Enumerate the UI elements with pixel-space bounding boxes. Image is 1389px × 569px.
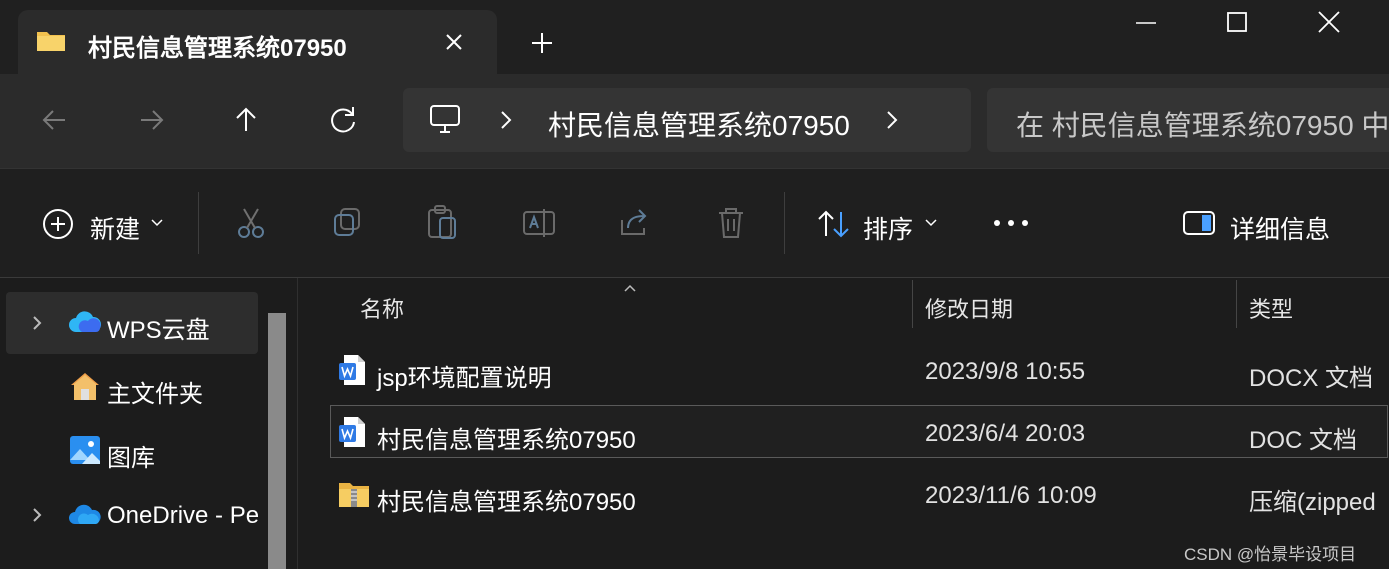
sort-up-icon	[622, 280, 638, 292]
cloud-icon	[68, 308, 102, 336]
onedrive-icon	[68, 502, 102, 528]
file-modified: 2023/6/4 20:03	[925, 420, 1086, 447]
maximize-icon[interactable]	[1219, 10, 1255, 36]
file-type: DOC 文档	[1249, 427, 1357, 454]
file-modified: 2023/11/6 10:09	[925, 482, 1097, 509]
file-type: DOCX 文档	[1249, 365, 1374, 392]
sort-icon[interactable]	[816, 208, 852, 240]
cut-icon[interactable]	[235, 206, 267, 240]
gallery-icon	[68, 434, 102, 466]
file-name[interactable]: 村民信息管理系统07950	[377, 482, 636, 517]
file-type: 压缩(zipped	[1249, 489, 1376, 516]
file-name[interactable]: 村民信息管理系统07950	[377, 420, 636, 455]
command-bar	[0, 168, 1389, 278]
word-doc-icon	[338, 354, 366, 386]
up-arrow-icon[interactable]	[226, 100, 266, 140]
folder-icon	[36, 28, 66, 52]
word-doc-icon	[338, 416, 366, 448]
chevron-right-icon[interactable]	[28, 506, 46, 524]
file-modified: 2023/9/8 10:55	[925, 358, 1086, 385]
sidebar-item-label: 图库	[107, 445, 155, 472]
plus-circle-icon[interactable]	[42, 208, 74, 240]
sidebar-item-label: WPS云盘	[107, 317, 210, 344]
new-tab-plus-icon[interactable]	[527, 28, 557, 58]
chevron-down-icon[interactable]	[150, 216, 164, 230]
search-placeholder[interactable]: 在 村民信息管理系统07950 中	[1016, 104, 1389, 144]
close-tab-icon[interactable]	[440, 28, 468, 56]
forward-arrow-icon[interactable]	[131, 100, 171, 140]
paste-icon[interactable]	[426, 204, 458, 240]
breadcrumb-current[interactable]: 村民信息管理系统07950	[548, 104, 850, 144]
refresh-icon[interactable]	[323, 100, 363, 140]
column-header-type[interactable]: 类型	[1249, 292, 1293, 324]
chevron-right-icon[interactable]	[882, 108, 902, 132]
rename-icon[interactable]	[522, 206, 558, 240]
sort-button[interactable]: 排序	[863, 210, 913, 246]
copy-icon[interactable]	[331, 206, 363, 238]
toolbar-separator	[784, 192, 785, 254]
minimize-icon[interactable]	[1128, 10, 1164, 36]
toolbar-separator	[198, 192, 199, 254]
chevron-right-icon[interactable]	[496, 108, 516, 132]
more-icon[interactable]	[992, 216, 1030, 230]
share-icon[interactable]	[618, 206, 652, 238]
delete-icon[interactable]	[716, 206, 746, 240]
chevron-right-icon[interactable]	[28, 314, 46, 332]
sidebar-item-label: 主文件夹	[107, 381, 203, 408]
back-arrow-icon[interactable]	[35, 100, 75, 140]
column-header-name[interactable]: 名称	[360, 292, 404, 324]
column-header-modified[interactable]: 修改日期	[925, 292, 1013, 324]
home-icon	[68, 370, 102, 402]
sidebar-item-label: OneDrive - Pe	[107, 502, 260, 529]
file-name[interactable]: jsp环境配置说明	[377, 358, 552, 393]
new-button[interactable]: 新建	[90, 210, 140, 246]
close-window-icon[interactable]	[1311, 10, 1347, 36]
sidebar-scrollbar[interactable]	[268, 313, 286, 569]
details-pane-icon[interactable]	[1182, 210, 1216, 236]
tab-title: 村民信息管理系统07950	[88, 35, 347, 62]
column-separator[interactable]	[912, 280, 913, 328]
chevron-down-icon[interactable]	[924, 216, 938, 230]
computer-icon[interactable]	[428, 102, 462, 136]
zip-folder-icon	[338, 480, 370, 508]
watermark-text: CSDN @怡景毕设项目	[1184, 545, 1357, 564]
column-separator[interactable]	[1236, 280, 1237, 328]
pane-divider[interactable]	[297, 278, 298, 569]
details-button[interactable]: 详细信息	[1230, 210, 1330, 246]
